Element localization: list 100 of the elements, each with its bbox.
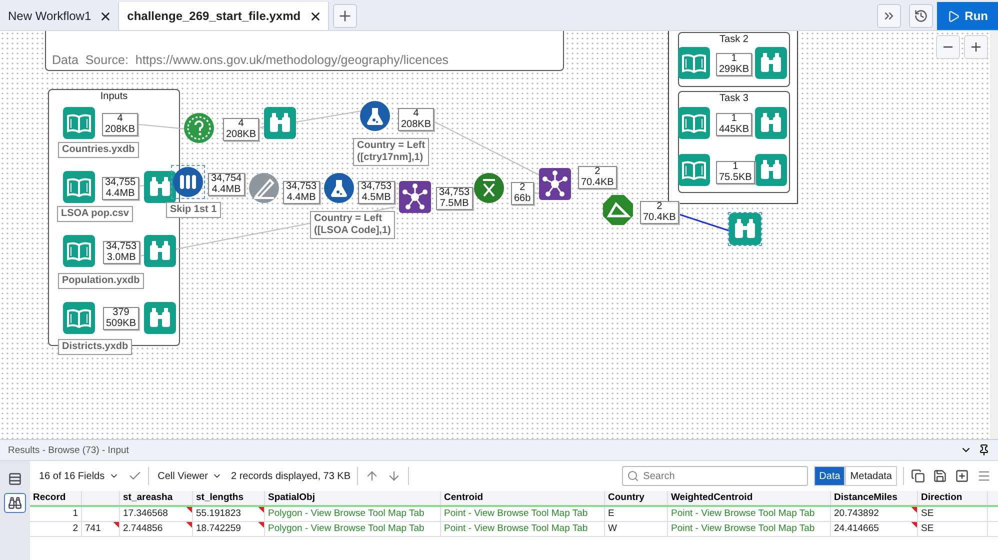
fields-dropdown[interactable]: 16 of 16 Fields xyxy=(36,468,122,484)
tool-node[interactable] xyxy=(601,193,635,227)
zoom-in-button[interactable] xyxy=(964,35,988,59)
record-count: 2 66b xyxy=(511,182,534,205)
tool-annotation: Country = Left ([ctry17nm],1) xyxy=(353,138,430,166)
new-tab-button[interactable] xyxy=(332,4,357,28)
play-icon xyxy=(946,10,960,22)
binoculars-icon xyxy=(755,107,787,139)
record-count: 4 208KB xyxy=(398,108,434,131)
binoculars-icon xyxy=(264,107,296,139)
tool-node[interactable] xyxy=(754,106,788,140)
column-header[interactable]: WeightedCentroid xyxy=(668,491,831,505)
history-button[interactable] xyxy=(908,4,933,28)
tool-node[interactable] xyxy=(677,153,711,187)
column-header[interactable]: Record xyxy=(30,491,82,505)
column-header[interactable]: SpatialObj xyxy=(265,491,441,505)
table-cell: Polygon - View Browse Tool Map Tab xyxy=(265,522,441,536)
record-status: 2 records displayed, 73 KB xyxy=(231,470,351,482)
tool-node[interactable] xyxy=(62,234,96,268)
tool-node[interactable] xyxy=(754,153,788,187)
tool-node[interactable] xyxy=(472,171,506,205)
binoculars-icon xyxy=(755,154,787,186)
tool-node[interactable] xyxy=(677,46,711,80)
tool-node[interactable] xyxy=(322,171,356,205)
tool-node[interactable] xyxy=(728,212,762,246)
network-icon xyxy=(539,168,571,200)
table-cell: 1 xyxy=(30,507,82,521)
close-icon[interactable] xyxy=(99,10,112,22)
save-button[interactable] xyxy=(932,468,948,484)
record-count: 2 70.4KB xyxy=(578,166,617,189)
tool-node[interactable] xyxy=(247,171,281,205)
tool-node[interactable] xyxy=(143,234,177,268)
record-count: 34,754 4.4MB xyxy=(208,173,245,196)
expand-button[interactable] xyxy=(876,4,901,28)
binoculars-icon xyxy=(729,213,761,245)
run-button[interactable]: Run xyxy=(936,2,998,30)
column-header[interactable]: st_areasha xyxy=(120,491,193,505)
close-icon[interactable] xyxy=(308,10,322,22)
tool-annotation: LSOA pop.csv xyxy=(57,206,133,222)
table-cell: E xyxy=(605,507,668,521)
table-cell: 20.743892 xyxy=(831,507,918,521)
view-tab[interactable]: Data xyxy=(814,466,846,486)
tool-node[interactable] xyxy=(182,111,216,145)
container-title: Task 2 xyxy=(718,34,750,45)
tool-node[interactable] xyxy=(62,170,96,204)
table-cell: Point - View Browse Tool Map Tab xyxy=(668,522,831,536)
tool-node[interactable] xyxy=(538,167,572,201)
tool-annotation: Districts.yxdb xyxy=(58,339,132,355)
comment-box: Data Source: https://www.ons.gov.uk/methodology/geography/licences xyxy=(45,31,564,71)
pin-icon[interactable] xyxy=(978,444,990,456)
table-cell: SE xyxy=(918,522,988,536)
plus-icon xyxy=(969,40,983,54)
table-cell: W xyxy=(605,522,668,536)
record-count: 4 208KB xyxy=(223,118,260,141)
tool-annotation: Population.yxdb xyxy=(58,273,144,289)
binoculars-icon xyxy=(8,496,22,510)
column-header[interactable]: Country xyxy=(605,491,668,505)
add-table-button[interactable] xyxy=(954,468,970,484)
book-icon xyxy=(63,235,95,267)
tool-node[interactable] xyxy=(62,106,96,140)
record-count: 1 75.5KB xyxy=(716,161,755,184)
record-count: 1 445KB xyxy=(716,113,752,136)
history-icon xyxy=(914,9,928,23)
viewer-dropdown[interactable]: Cell Viewer xyxy=(154,468,225,484)
pen-icon xyxy=(248,172,280,204)
tool-node[interactable] xyxy=(677,106,711,140)
book-icon xyxy=(63,171,95,203)
table-cell: 2.744856 xyxy=(120,522,193,536)
tool-node[interactable] xyxy=(398,180,432,214)
record-count: 34,753 4.4MB xyxy=(283,181,320,204)
copy-button[interactable] xyxy=(910,468,926,484)
tool-annotation: Country = Left ([LSOA Code],1) xyxy=(310,211,395,239)
table-cell: Point - View Browse Tool Map Tab xyxy=(668,507,831,521)
book-icon xyxy=(63,302,95,334)
column-header[interactable]: Direction xyxy=(918,491,988,505)
view-tab[interactable]: Metadata xyxy=(845,466,897,486)
record-count: 34,755 4.4MB xyxy=(102,177,139,200)
search-field[interactable]: Search xyxy=(622,466,808,486)
question-gear-icon xyxy=(183,112,215,144)
tool-node[interactable] xyxy=(171,165,205,199)
column-header[interactable]: DistanceMiles xyxy=(831,491,918,505)
tool-node[interactable] xyxy=(143,170,177,204)
column-header[interactable]: st_lengths xyxy=(193,491,265,505)
flask-icon xyxy=(359,100,391,132)
tool-annotation: Skip 1st 1 xyxy=(166,202,221,218)
results-title: Results - Browse (73) - Input xyxy=(8,444,129,456)
tool-node[interactable] xyxy=(358,99,392,133)
browse-view-tab[interactable] xyxy=(4,493,26,513)
workflow-tab[interactable]: challenge_269_start_file.yxmd xyxy=(119,2,329,30)
record-count: 4 208KB xyxy=(102,113,138,136)
x-bar-icon xyxy=(473,172,505,204)
tool-node[interactable] xyxy=(143,301,177,335)
tool-node[interactable] xyxy=(754,46,788,80)
table-cell: Point - View Browse Tool Map Tab xyxy=(441,507,605,521)
tool-node[interactable] xyxy=(263,106,297,140)
column-header[interactable]: Centroid xyxy=(441,491,605,505)
record-count: 379 509KB xyxy=(103,307,140,330)
container-title: Task 3 xyxy=(718,93,750,104)
tool-node[interactable] xyxy=(62,301,96,335)
binoculars-icon xyxy=(144,171,176,203)
